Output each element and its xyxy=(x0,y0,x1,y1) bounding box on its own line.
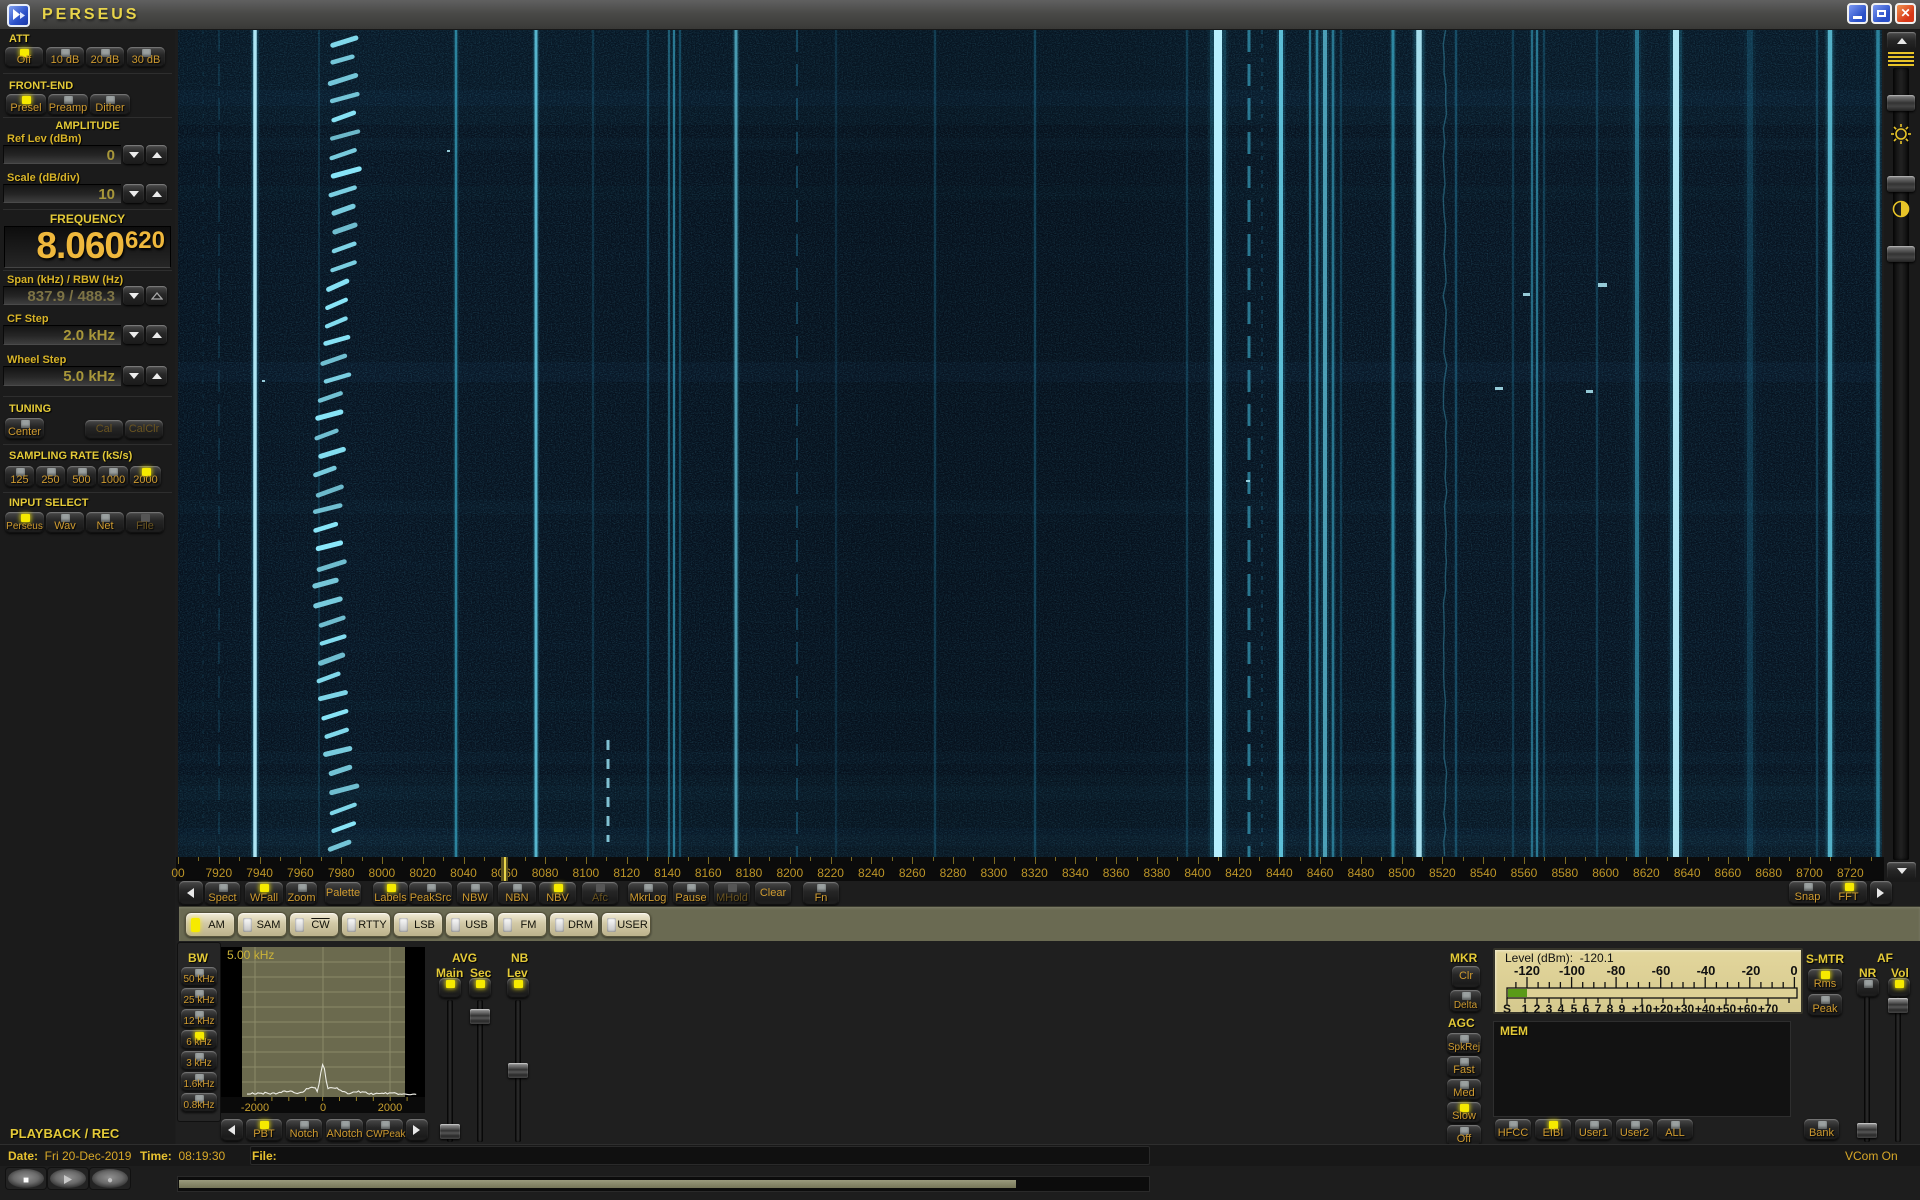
svg-text:0: 0 xyxy=(320,1102,326,1113)
svg-text:7: 7 xyxy=(1595,1002,1602,1016)
svg-text:2: 2 xyxy=(1534,1002,1541,1016)
svg-text:-20: -20 xyxy=(1742,963,1761,978)
svg-text:-40: -40 xyxy=(1697,963,1716,978)
svg-text:+70: +70 xyxy=(1758,1002,1779,1016)
svg-text:4: 4 xyxy=(1558,1002,1565,1016)
svg-text:5.00 kHz: 5.00 kHz xyxy=(227,948,274,962)
svg-text:-100: -100 xyxy=(1559,963,1585,978)
svg-text:S: S xyxy=(1503,1002,1511,1016)
svg-text:+20: +20 xyxy=(1653,1002,1674,1016)
svg-text:+50: +50 xyxy=(1716,1002,1737,1016)
svg-text:+10: +10 xyxy=(1632,1002,1653,1016)
svg-text:-60: -60 xyxy=(1652,963,1671,978)
svg-text:+40: +40 xyxy=(1695,1002,1716,1016)
svg-text:-2000: -2000 xyxy=(241,1102,269,1113)
svg-text:8: 8 xyxy=(1607,1002,1614,1016)
svg-text:3: 3 xyxy=(1546,1002,1553,1016)
svg-text:1: 1 xyxy=(1522,1002,1529,1016)
svg-text:5: 5 xyxy=(1571,1002,1578,1016)
svg-text:9: 9 xyxy=(1619,1002,1626,1016)
svg-text:+30: +30 xyxy=(1674,1002,1695,1016)
svg-text:6: 6 xyxy=(1583,1002,1590,1016)
svg-text:-120: -120 xyxy=(1514,963,1540,978)
svg-text:0: 0 xyxy=(1790,963,1797,978)
svg-text:+60: +60 xyxy=(1737,1002,1758,1016)
svg-text:-80: -80 xyxy=(1607,963,1626,978)
svg-text:2000: 2000 xyxy=(378,1102,402,1113)
